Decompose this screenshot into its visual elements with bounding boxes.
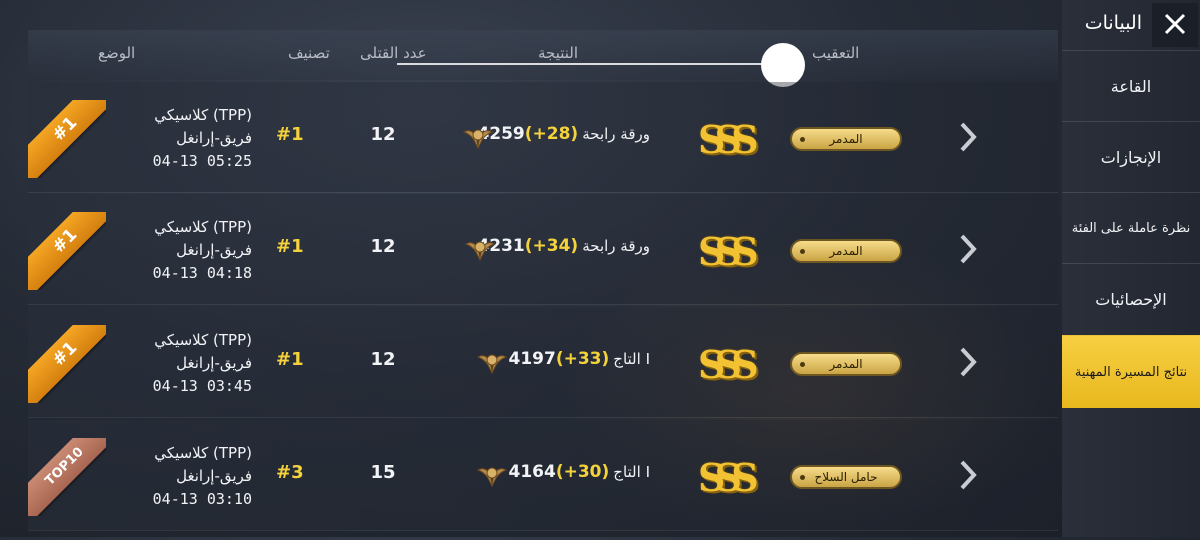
sidebar-item-label: نظرة عاملة على الفئة [1071,220,1191,236]
winged-badge-icon [462,129,494,150]
column-tracking: التعقيب [812,44,860,62]
title-badge-label: المدمر [829,132,863,146]
match-row[interactable]: #1 كلاسيكي (TPP) فريق-إرانغل 04-13 05:25… [28,82,1058,193]
match-row[interactable]: TOP10 كلاسيكي (TPP) فريق-إرانغل 04-13 03… [28,420,1058,531]
column-result: النتيجة [538,44,579,62]
title-badge-label: المدمر [829,244,863,258]
match-date: 04-13 05:25 [152,152,252,170]
match-rank: #1 [276,124,304,145]
match-row[interactable]: #1 كلاسيكي (TPP) فريق-إرانغل 04-13 03:45… [28,307,1058,418]
mode-map: فريق-إرانغل [176,354,252,372]
sidebar-item-label: الإحصائيات [1095,289,1167,309]
grade-badge: SSS [698,229,759,274]
mode-map: فريق-إرانغل [176,241,252,259]
sidebar-item-hall[interactable]: القاعة [1062,50,1200,121]
close-icon [1164,13,1186,35]
title-badge: المدمر [790,127,902,151]
match-row[interactable]: #1 كلاسيكي (TPP) فريق-إرانغل 04-13 04:18… [28,194,1058,305]
crown-badge-icon [476,467,508,488]
sidebar-item-overview[interactable]: نظرة عاملة على الفئة [1062,192,1200,263]
result-delta: (+34) [524,236,579,256]
title-badge: المدمر [790,239,902,263]
sidebar-item-label: نتائج المسيرة المهنية [1074,364,1188,380]
grade-badge: SSS [698,342,759,387]
sidebar-item-achievements[interactable]: الإنجازات [1062,121,1200,192]
result-delta: (+30) [555,462,610,482]
match-kills: 12 [370,236,396,257]
result-tier: التاج I [613,463,650,481]
title-badge: المدمر [790,352,902,376]
mode-name: كلاسيكي (TPP) [154,444,252,462]
match-kills: 15 [370,462,396,483]
result-tier: ورقة رابحة [582,237,650,255]
match-date: 04-13 03:10 [152,490,252,508]
title-badge-label: المدمر [829,357,863,371]
match-kills: 12 [370,349,396,370]
result-delta: (+33) [555,349,610,369]
tracking-slider-track[interactable] [397,63,777,65]
match-rank: #3 [276,462,304,483]
match-rank: #1 [276,236,304,257]
column-mode: الوضع [98,44,136,62]
match-rank: #1 [276,349,304,370]
mode-map: فريق-إرانغل [176,129,252,147]
grade-badge: SSS [698,117,759,162]
sidebar-item-career-results[interactable]: نتائج المسيرة المهنية [1062,335,1200,408]
mode-map: فريق-إرانغل [176,467,252,485]
title-badge-label: حامل السلاح [814,470,878,484]
match-mode: كلاسيكي (TPP) فريق-إرانغل 04-13 05:25 [92,104,252,173]
chevron-right-icon[interactable] [956,232,980,266]
result-score: 4164 [508,462,556,482]
chevron-right-icon[interactable] [956,345,980,379]
grade-badge: SSS [698,455,759,500]
chevron-right-icon[interactable] [956,120,980,154]
match-mode: كلاسيكي (TPP) فريق-إرانغل 04-13 03:45 [92,329,252,398]
result-tier: ورقة رابحة [582,125,650,143]
title-badge: حامل السلاح [790,465,902,489]
crown-badge-icon [476,354,508,375]
match-kills: 12 [370,124,396,145]
sidebar-title: البيانات [1084,12,1142,34]
match-date: 04-13 03:45 [152,377,252,395]
mode-name: كلاسيكي (TPP) [154,218,252,236]
match-mode: كلاسيكي (TPP) فريق-إرانغل 04-13 04:18 [92,216,252,285]
sidebar-item-label: القاعة [1110,76,1152,96]
match-date: 04-13 04:18 [152,264,252,282]
column-kills: عدد القتلى [360,44,427,62]
winged-badge-icon [464,241,496,262]
result-score: 4197 [508,349,556,369]
mode-name: كلاسيكي (TPP) [154,331,252,349]
chevron-right-icon[interactable] [956,458,980,492]
result-tier: التاج I [613,350,650,368]
mode-name: كلاسيكي (TPP) [154,106,252,124]
sidebar-item-statistics[interactable]: الإحصائيات [1062,263,1200,334]
column-rank: تصنيف [288,44,330,62]
result-delta: (+28) [524,124,579,144]
tracking-slider-knob[interactable] [761,43,805,87]
sidebar-item-label: الإنجازات [1100,147,1162,167]
match-mode: كلاسيكي (TPP) فريق-إرانغل 04-13 03:10 [92,442,252,511]
close-button[interactable] [1152,3,1198,47]
